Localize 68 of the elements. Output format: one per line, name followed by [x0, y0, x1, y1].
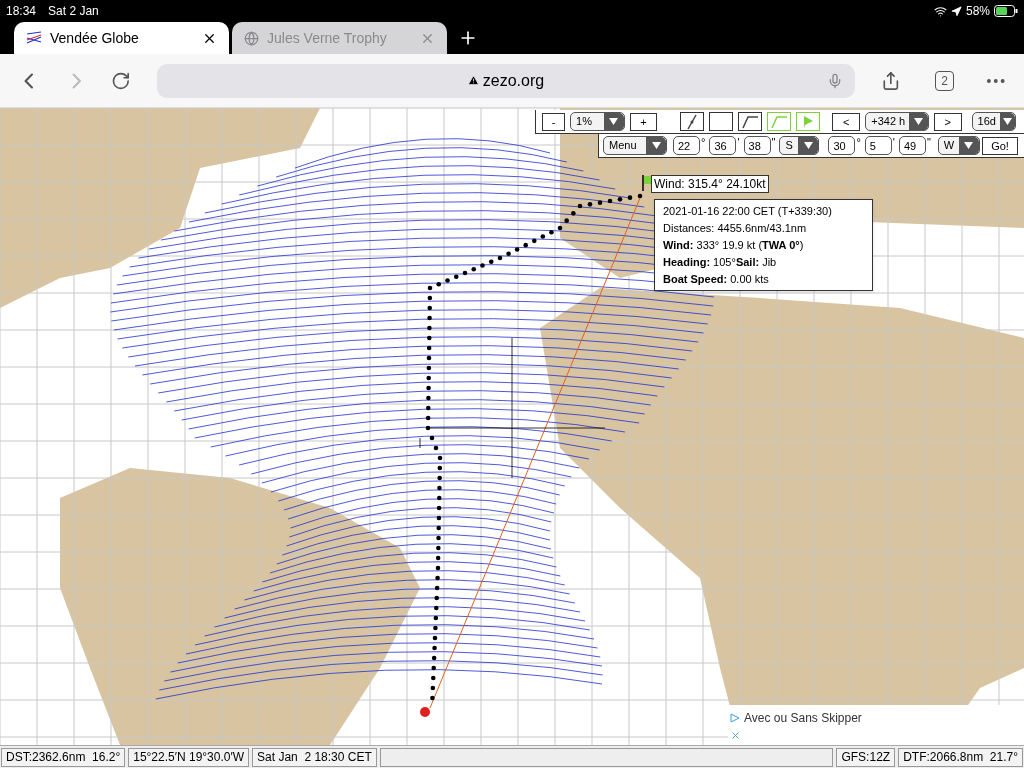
- line-segment-icon: [685, 113, 700, 130]
- zoom-in-button[interactable]: +: [630, 112, 657, 131]
- next-button[interactable]: >: [933, 112, 962, 131]
- ad-text: Avec ou Sans Skipper: [744, 710, 862, 727]
- info-line: Heading: 105°Sail: Jib: [663, 255, 778, 269]
- caret-icon: [909, 113, 928, 130]
- zoom-out-button[interactable]: -: [542, 112, 566, 131]
- wind-label: Wind: 315.4° 24.10kt: [651, 175, 769, 193]
- coordinate-field[interactable]: 36: [709, 136, 737, 155]
- map-tool-button[interactable]: [738, 112, 763, 131]
- date-text: Sat 2 Jan: [48, 3, 99, 20]
- map-tool-button[interactable]: [680, 112, 705, 131]
- flag-marker-icon: [642, 175, 652, 191]
- clock-text: 18:34: [6, 3, 37, 20]
- url-text: zezo.org: [482, 70, 545, 91]
- info-line: Wind: 333° 19.9 kt (TWA 0°): [663, 238, 805, 252]
- previous-button[interactable]: <: [832, 112, 861, 131]
- warning-icon: [467, 75, 479, 86]
- site-favicon: [26, 31, 42, 45]
- tab-title: Vendée Globe: [50, 28, 140, 48]
- globe-icon: [244, 30, 259, 46]
- coordinate-field[interactable]: 38: [743, 136, 771, 155]
- info-line: 2021-01-16 22:00 CET (T+339:30): [663, 204, 833, 218]
- coordinate-field[interactable]: 30: [828, 136, 856, 155]
- unit-symbol: ': [892, 135, 895, 150]
- status-field: GFS:12Z: [836, 747, 896, 767]
- caret-icon: [999, 113, 1015, 130]
- time-offset-select[interactable]: +342 h: [865, 112, 929, 131]
- tab-title: Jules Verne Trophy: [267, 28, 388, 48]
- caret-icon: [798, 137, 819, 154]
- status-field: Sat Jan 2 18:30 CET: [252, 747, 377, 767]
- polyline-icon: [770, 114, 789, 129]
- map-tool-button[interactable]: [709, 112, 734, 131]
- flag-icon: [802, 114, 815, 129]
- unit-symbol: °: [856, 135, 861, 150]
- status-field: DTF:2066.8nm 21.7°: [898, 747, 1023, 767]
- close-ad-icon[interactable]: [730, 730, 741, 741]
- polyline-icon: [741, 114, 760, 129]
- browser-tab[interactable]: Vendée Globe: [14, 22, 229, 54]
- battery-percent: 58%: [965, 3, 990, 20]
- caret-icon: [646, 137, 666, 154]
- longitude-hemisphere-select[interactable]: W: [937, 136, 980, 155]
- reload-icon[interactable]: [111, 70, 131, 91]
- location-arrow-icon: [950, 5, 962, 17]
- menu-select[interactable]: Menu: [603, 136, 667, 155]
- zoom-select[interactable]: 1%: [570, 112, 625, 131]
- unit-symbol: ": [926, 135, 931, 150]
- wifi-icon: [933, 4, 947, 18]
- latitude-hemisphere-select[interactable]: S: [779, 136, 820, 155]
- unit-symbol: ": [771, 135, 776, 150]
- info-line: Distances: 4455.6nm/43.1nm: [663, 221, 808, 235]
- info-line: Boat Speed: 0.00 kts: [663, 272, 770, 286]
- ad-banner[interactable]: Avec ou Sans Skipper: [728, 705, 1024, 745]
- range-select[interactable]: 16d: [971, 112, 1016, 131]
- status-field: DST:2362.6nm 16.2°: [1, 747, 126, 767]
- coordinate-field[interactable]: 5: [864, 136, 892, 155]
- status-field: 15°22.5′N 19°30.0′W: [128, 747, 250, 767]
- tab-count-button[interactable]: 2: [934, 70, 955, 91]
- unit-symbol: °: [701, 135, 706, 150]
- caret-icon: [604, 113, 624, 130]
- battery-icon: [994, 5, 1018, 17]
- share-icon[interactable]: [881, 70, 901, 91]
- go-button[interactable]: Go!: [982, 136, 1018, 155]
- unit-symbol: ': [737, 135, 740, 150]
- coordinate-field[interactable]: 22: [673, 136, 700, 155]
- coordinate-field[interactable]: 49: [898, 136, 926, 155]
- caret-icon: [958, 137, 979, 154]
- address-bar[interactable]: zezo.org: [156, 63, 856, 98]
